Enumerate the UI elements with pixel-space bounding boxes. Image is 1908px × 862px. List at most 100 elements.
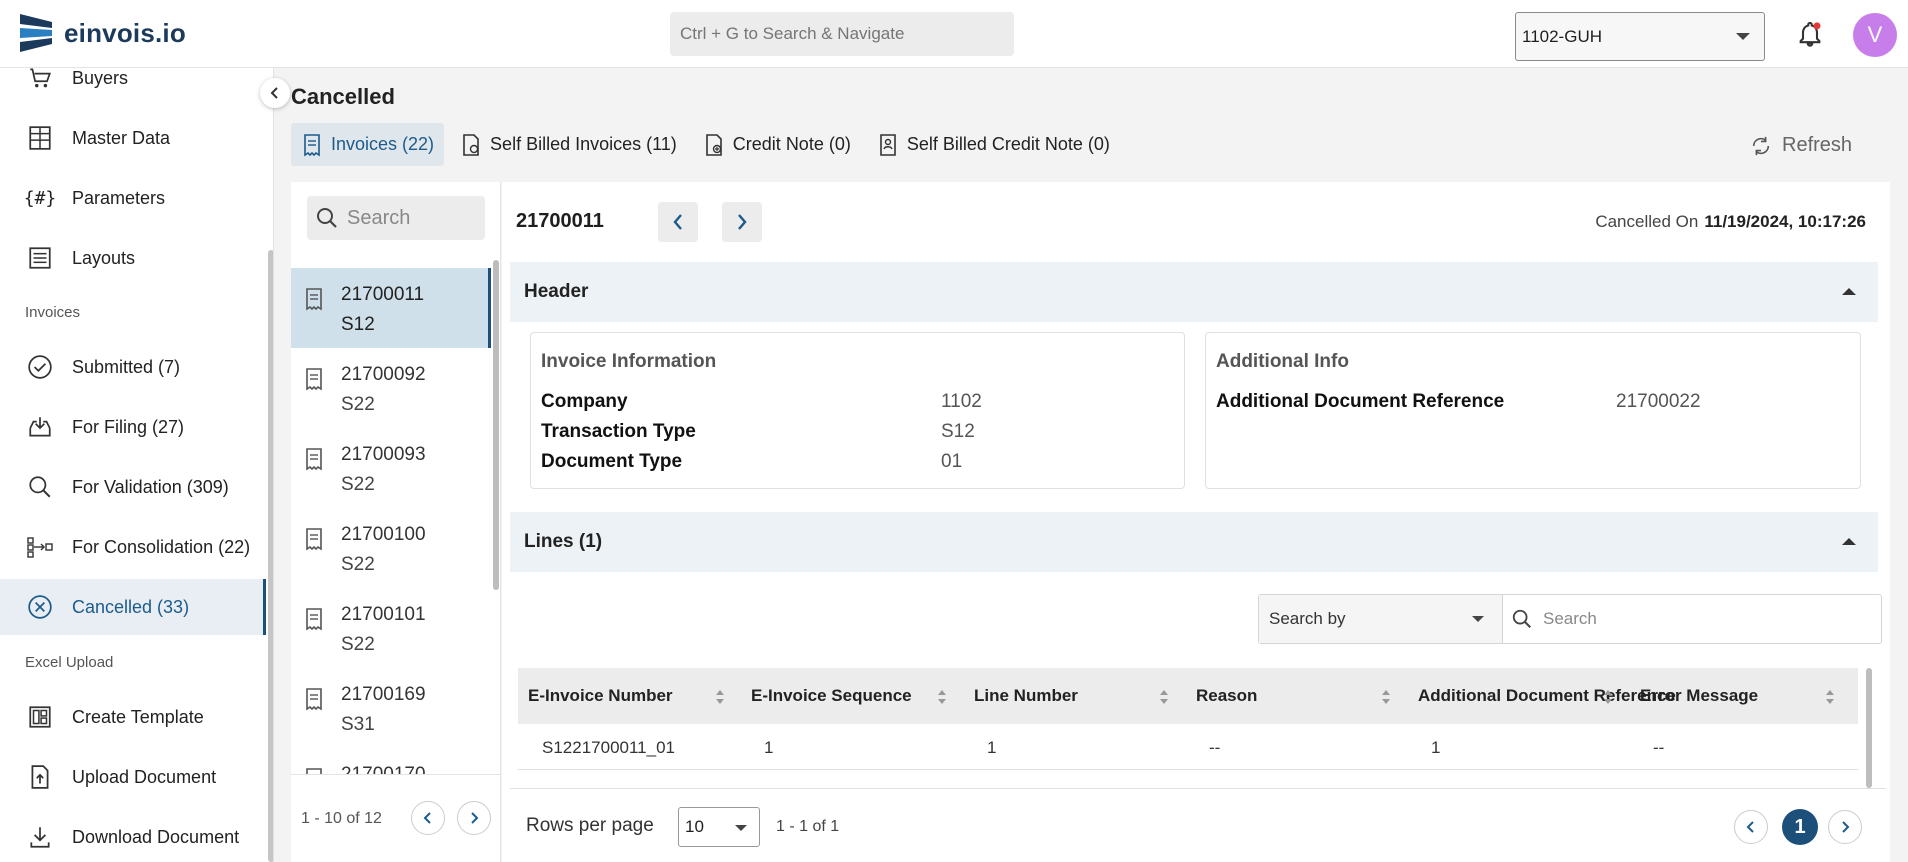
list-item-code: S31 — [341, 714, 375, 735]
sidebar-item-submitted[interactable]: Submitted (7) — [0, 339, 266, 395]
download-icon — [26, 823, 54, 851]
tab-invoices[interactable]: Invoices (22) — [291, 123, 445, 166]
sidebar-item-for-filing[interactable]: For Filing (27) — [0, 399, 266, 455]
column-header[interactable]: Reason — [1196, 668, 1257, 724]
sidebar-scrollbar[interactable] — [268, 250, 273, 862]
notification-button[interactable] — [1796, 20, 1824, 53]
sidebar-item-upload-document[interactable]: Upload Document — [0, 749, 266, 805]
list-prev-page-button[interactable] — [411, 801, 445, 835]
tab-self-billed-invoices[interactable]: Self Billed Invoices (11) — [450, 123, 687, 166]
sidebar-item-label: Layouts — [72, 247, 136, 268]
list-item-code: S22 — [341, 394, 375, 415]
tab-self-billed-credit-note[interactable]: Self Billed Credit Note (0) — [867, 123, 1120, 166]
table-cell: 1 — [987, 738, 997, 757]
list-item-number: 21700101 — [341, 604, 426, 625]
sidebar-item-for-consolidation[interactable]: For Consolidation (22) — [0, 519, 266, 575]
sidebar-item-download-document[interactable]: Download Document — [0, 809, 266, 862]
lines-filter: Search by Search — [1258, 594, 1882, 644]
invoice-information-card: Invoice Information Company 1102 Transac… — [530, 332, 1185, 489]
receipt-icon — [306, 448, 322, 471]
current-page-button[interactable]: 1 — [1782, 809, 1818, 845]
lines-search-placeholder: Search — [1543, 609, 1597, 628]
prev-document-button[interactable] — [658, 202, 698, 242]
bell-icon — [1799, 21, 1821, 47]
sidebar-item-parameters[interactable]: {#} Parameters — [0, 170, 266, 226]
tab-label: Credit Note (0) — [732, 134, 851, 154]
app-logo[interactable]: einvois.io — [20, 14, 186, 52]
tab-label: Invoices (22) — [331, 134, 435, 154]
sidebar-item-create-template[interactable]: Create Template — [0, 689, 266, 745]
list-pagination: 1 - 10 of 12 — [291, 774, 501, 862]
sidebar-item-cancelled[interactable]: Cancelled (33) — [0, 579, 266, 635]
sidebar-item-master-data[interactable]: Master Data — [0, 110, 266, 166]
sort-icon[interactable] — [1158, 688, 1170, 706]
sidebar-item-for-validation[interactable]: For Validation (309) — [0, 459, 266, 515]
sort-icon[interactable] — [1380, 688, 1392, 706]
column-header[interactable]: E-Invoice Number — [528, 668, 673, 724]
column-header[interactable]: E-Invoice Sequence — [751, 668, 912, 724]
list-item[interactable]: 21700101 S22 — [291, 588, 491, 668]
table-row[interactable]: S1221700011_01 1 1 -- 1 -- — [518, 724, 1858, 770]
tab-credit-note[interactable]: Credit Note (0) — [693, 123, 861, 166]
tab-label: Self Billed Credit Note (0) — [906, 134, 1110, 154]
list-next-page-button[interactable] — [457, 801, 491, 835]
receipt-icon — [306, 688, 322, 711]
refresh-label: Refresh — [1782, 134, 1853, 156]
header-section-toggle[interactable]: Header — [510, 262, 1878, 322]
column-header[interactable]: Error Message — [1640, 668, 1758, 724]
sort-icon[interactable] — [714, 688, 726, 706]
sidebar-collapse-button[interactable] — [260, 78, 290, 108]
sort-icon[interactable] — [936, 688, 948, 706]
sidebar-item-label: Buyers — [72, 68, 129, 88]
list-item-code: S22 — [341, 634, 375, 655]
lines-search-input[interactable]: Search — [1503, 595, 1881, 643]
sidebar-item-label: For Validation (309) — [72, 476, 229, 497]
list-item[interactable]: 21700011 S12 — [291, 268, 491, 348]
list-search-placeholder: Search — [347, 206, 411, 229]
column-header[interactable]: Additional Document Reference — [1418, 668, 1676, 724]
list-search-input[interactable]: Search — [307, 196, 485, 240]
receipt-icon — [306, 608, 322, 631]
search-by-select[interactable]: Search by — [1259, 595, 1503, 643]
sort-icon[interactable] — [1824, 688, 1836, 706]
list-item[interactable]: 21700092 S22 — [291, 348, 491, 428]
list-item[interactable]: 21700093 S22 — [291, 428, 491, 508]
lines-prev-page-button[interactable] — [1734, 810, 1768, 844]
list-scrollbar[interactable] — [493, 260, 499, 590]
list-item-number: 21700169 — [341, 684, 426, 705]
company-select[interactable]: 1102-GUH — [1515, 12, 1765, 61]
cancelled-on: Cancelled On 11/19/2024, 10:17:26 — [1595, 212, 1866, 232]
chevron-right-icon — [1842, 821, 1850, 833]
field-document-type: Document Type 01 — [541, 451, 1171, 473]
list-item-number: 21700170 — [341, 760, 426, 774]
table-cell: 1 — [764, 738, 774, 757]
top-bar: einvois.io 1102-GUH V — [0, 0, 1908, 68]
table-cell: 1 — [1431, 738, 1441, 757]
lines-next-page-button[interactable] — [1828, 810, 1862, 844]
list-range: 1 - 10 of 12 — [301, 809, 382, 827]
table-cell: -- — [1209, 738, 1221, 757]
next-document-button[interactable] — [722, 202, 762, 242]
refresh-button[interactable]: Refresh — [1750, 134, 1852, 157]
list-item[interactable]: 21700170 — [291, 748, 491, 774]
sidebar-item-label: Download Document — [72, 826, 240, 847]
list-item[interactable]: 21700169 S31 — [291, 668, 491, 748]
sidebar-item-layouts[interactable]: Layouts — [0, 230, 266, 286]
rows-per-page-select[interactable]: 10 — [678, 807, 760, 847]
invoice-detail-panel: 21700011 Cancelled On 11/19/2024, 10:17:2… — [502, 182, 1890, 862]
lines-section-toggle[interactable]: Lines (1) — [510, 512, 1878, 572]
table-scrollbar[interactable] — [1866, 668, 1872, 788]
user-avatar[interactable]: V — [1853, 13, 1897, 57]
lines-pagination: Rows per page 10 1 - 1 of 1 1 — [510, 788, 1886, 862]
field-key: Company — [541, 391, 628, 412]
document-number: 21700011 — [516, 210, 604, 232]
refresh-icon — [1752, 136, 1770, 155]
invoice-list-panel: Search 21700011 S12 21700092 S22 21700093 S… — [291, 182, 501, 862]
field-key: Additional Document Reference — [1216, 391, 1505, 412]
sidebar-item-buyers[interactable]: Buyers — [0, 68, 266, 106]
chevron-down-icon — [1736, 33, 1750, 40]
sort-icon[interactable] — [1602, 688, 1614, 706]
column-header[interactable]: Line Number — [974, 668, 1078, 724]
list-item[interactable]: 21700100 S22 — [291, 508, 491, 588]
global-search-input[interactable] — [670, 12, 1014, 56]
